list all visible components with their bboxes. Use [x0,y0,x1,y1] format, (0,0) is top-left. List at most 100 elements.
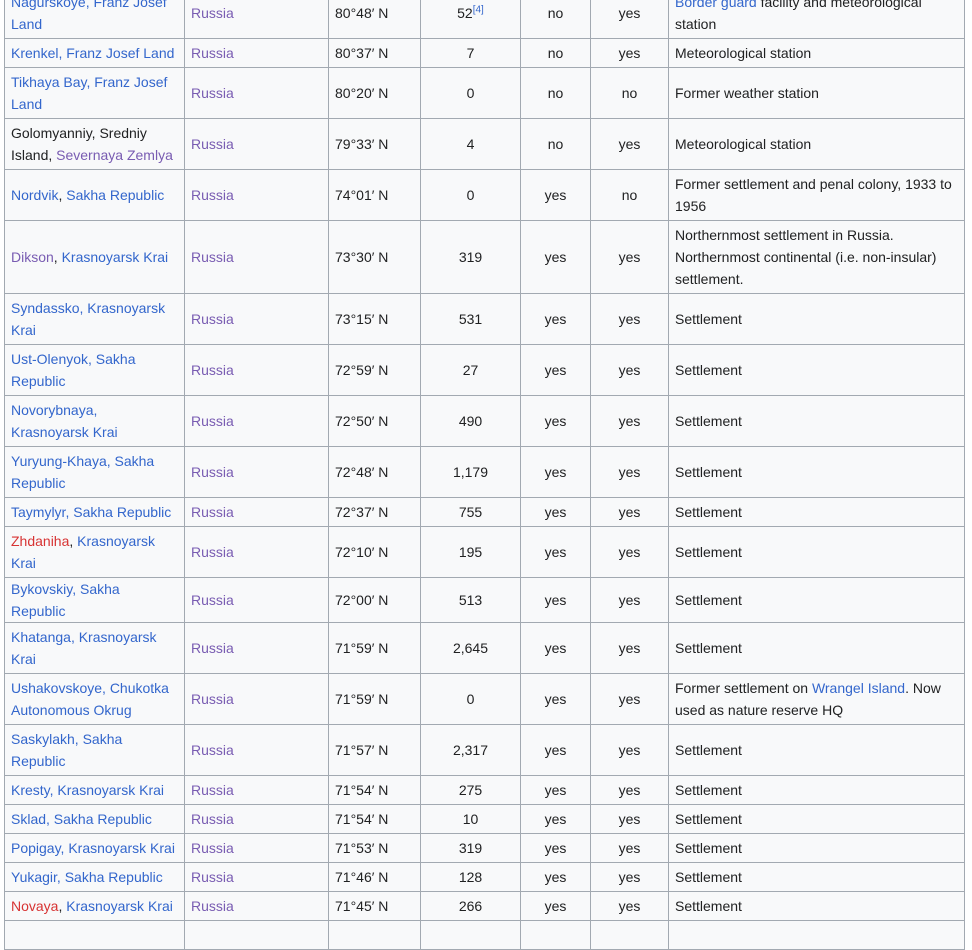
country-link[interactable]: Russia [191,362,234,378]
country-link[interactable]: Russia [191,187,234,203]
place-link[interactable]: Sakha Republic [66,187,164,203]
country-cell: Russia [184,220,329,294]
place-cell: Golomyanniy, Sredniy Island, Severnaya Z… [4,118,185,170]
notes-link[interactable]: Border guard [675,0,757,10]
country-link[interactable]: Russia [191,413,234,429]
country-link[interactable]: Russia [191,592,234,608]
country-link[interactable]: Russia [191,136,234,152]
notes-text: Settlement [675,869,742,885]
country-link[interactable]: Russia [191,811,234,827]
country-cell: Russia [184,622,329,674]
country-link[interactable]: Russia [191,45,234,61]
population-value: 0 [466,187,475,203]
table-row: Krenkel, Franz Josef Land Russia 80°37′ N 7… [4,38,965,68]
place-link[interactable]: Tikhaya Bay, Franz Josef Land [11,74,167,112]
place-link[interactable]: Taymylyr, Sakha Republic [11,504,171,520]
table-row: Nagurskoye, Franz Josef Land Russia 80°48′… [4,0,965,39]
notes-text: Settlement [675,840,742,856]
table-row: Kresty, Krasnoyarsk Krai Russia 71°54′ N 27… [4,775,965,805]
notes-link[interactable]: Wrangel Island [812,680,905,696]
yes-no-cell-2: yes [590,577,669,623]
country-link[interactable]: Russia [191,742,234,758]
latitude-cell: 71°54′ N [328,804,421,834]
place-link[interactable]: Ust-Olenyok, Sakha Republic [11,351,136,389]
country-link[interactable]: Russia [191,85,234,101]
country-link[interactable]: Russia [191,869,234,885]
notes-text: Settlement [675,413,742,429]
place-link[interactable]: Sklad, Sakha Republic [11,811,152,827]
yes-no-cell-1: yes [520,673,591,725]
yes-no-cell-2 [590,920,669,950]
yes-no-cell-2: yes [590,891,669,921]
place-cell: Ust-Olenyok, Sakha Republic [4,344,185,396]
country-link[interactable]: Russia [191,504,234,520]
place-link[interactable]: Bykovskiy, Sakha Republic [11,581,120,619]
place-link[interactable]: Syndassko, Krasnoyarsk Krai [11,300,165,338]
country-link[interactable]: Russia [191,311,234,327]
reference-link[interactable]: [4] [473,4,484,15]
place-link[interactable]: Khatanga, Krasnoyarsk Krai [11,629,157,667]
reference-superscript: [4] [473,4,484,15]
yes-no-cell-1: yes [520,220,591,294]
notes-text: Settlement [675,898,742,914]
population-cell: 490 [420,395,521,447]
notes-cell: Settlement [668,497,965,527]
country-link[interactable]: Russia [191,898,234,914]
table-row: Ushakovskoye, Chukotka Autonomous Okrug R… [4,673,965,725]
yes-no-cell-2: yes [590,622,669,674]
population-cell: 513 [420,577,521,623]
table-row: Saskylakh, Sakha Republic Russia 71°57′ N 2… [4,724,965,776]
country-link[interactable]: Russia [191,464,234,480]
latitude-cell: 72°10′ N [328,526,421,578]
table-row: Khatanga, Krasnoyarsk Krai Russia 71°59′ N… [4,622,965,674]
yes-no-cell-1: yes [520,891,591,921]
place-link[interactable]: Kresty, Krasnoyarsk Krai [11,782,164,798]
yes-no-cell-1: yes [520,526,591,578]
place-link[interactable]: Zhdaniha [11,533,69,549]
country-link[interactable]: Russia [191,840,234,856]
country-link[interactable]: Russia [191,544,234,560]
place-link[interactable]: Novorybnaya, Krasnoyarsk Krai [11,402,118,440]
population-cell: 0 [420,169,521,221]
country-link[interactable]: Russia [191,249,234,265]
place-link[interactable]: Saskylakh, Sakha Republic [11,731,122,769]
place-link[interactable]: Popigay, Krasnoyarsk Krai [11,840,175,856]
notes-cell: Former settlement on Wrangel Island. Now… [668,673,965,725]
place-link[interactable]: Nagurskoye, Franz Josef Land [11,0,167,32]
country-cell: Russia [184,67,329,119]
population-cell: 275 [420,775,521,805]
place-link[interactable]: Krasnoyarsk Krai [66,898,173,914]
notes-text: Former weather station [675,85,819,101]
yes-no-cell-1: yes [520,497,591,527]
population-value: 2,317 [452,742,489,758]
latitude-cell: 80°37′ N [328,38,421,68]
population-cell: 52[4] [420,0,521,39]
population-cell: 266 [420,891,521,921]
place-link[interactable]: Ushakovskoye, Chukotka Autonomous Okrug [11,680,169,718]
northernmost-settlements-table: Nagurskoye, Franz Josef Land Russia 80°48′… [4,0,965,950]
country-cell: Russia [184,775,329,805]
yes-no-cell-1: yes [520,577,591,623]
yes-no-cell-1: yes [520,395,591,447]
place-link[interactable]: Nordvik [11,187,58,203]
notes-text: Meteorological station [675,136,812,152]
country-link[interactable]: Russia [191,691,234,707]
yes-no-cell-1: no [520,0,591,39]
country-link[interactable]: Russia [191,5,234,21]
population-cell: 2,645 [420,622,521,674]
country-link[interactable]: Russia [191,640,234,656]
notes-text: Settlement [675,811,742,827]
place-link[interactable]: Yuryung-Khaya, Sakha Republic [11,453,154,491]
table-container: Nagurskoye, Franz Josef Land Russia 80°48′… [4,0,965,950]
notes-text: Settlement [675,742,742,758]
place-link[interactable]: Yukagir, Sakha Republic [11,869,163,885]
country-link[interactable]: Russia [191,782,234,798]
place-link[interactable]: Severnaya Zemlya [56,147,173,163]
country-cell: Russia [184,577,329,623]
place-link[interactable]: Krenkel, Franz Josef Land [11,45,174,61]
place-link[interactable]: Novaya [11,898,58,914]
notes-cell: Meteorological station [668,118,965,170]
place-link[interactable]: Dikson [11,249,54,265]
place-cell: Sklad, Sakha Republic [4,804,185,834]
place-link[interactable]: Krasnoyarsk Krai [62,249,169,265]
